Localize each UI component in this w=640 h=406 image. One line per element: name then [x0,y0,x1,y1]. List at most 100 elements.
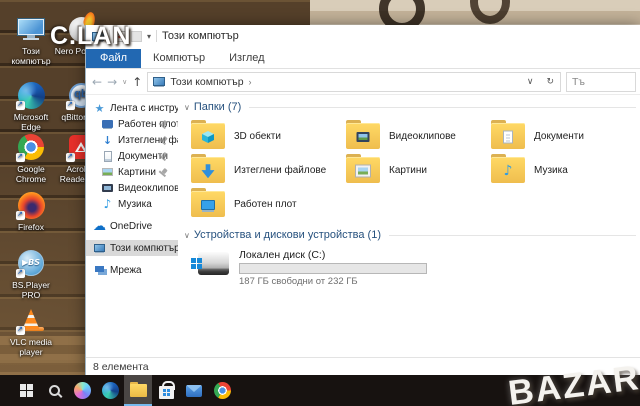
qat-dropdown-caret-icon[interactable]: ▾ [147,32,151,41]
pictures-icon [102,168,113,176]
address-input[interactable]: Този компютър › ∨ ↻ [147,71,561,92]
drive-name: Локален диск (C:) [239,249,326,261]
file-explorer-icon [129,382,147,397]
sidebar-item-music[interactable]: Музика [86,196,178,212]
folder-3d-objects-icon [191,120,225,149]
edge-icon [101,382,119,399]
computer-icon [94,244,105,252]
address-dropdown-caret-icon[interactable]: ∨ [523,77,538,87]
folder-tile-desktop[interactable]: Работен плот [191,187,346,221]
sidebar-item-network[interactable]: Мрежа [86,262,178,278]
tab-file[interactable]: Файл [86,49,142,68]
refresh-icon[interactable]: ↻ [542,77,558,87]
folder-label: Документи [534,130,584,142]
search-text: Тъ [572,75,585,88]
desktop-icon-label: Този компютър [11,46,51,67]
sidebar-item-label: Лента с инструменти [110,102,178,114]
drive-tile-c[interactable]: Локален диск (C:) 187 ГБ свободни от 232… [184,249,640,287]
shortcut-arrow-icon [66,152,75,162]
desktop-icon-label: Firefox [18,222,44,232]
shortcut-arrow-icon [16,210,25,220]
drive-info: Локален диск (C:) 187 ГБ свободни от 232… [239,249,427,287]
sidebar-item-documents[interactable]: Документи [86,148,178,164]
chevron-down-icon[interactable]: ∨ [184,231,190,240]
search-icon [48,385,60,396]
hard-drive-icon [191,249,231,279]
sidebar-item-videos[interactable]: Видеоклипове [86,180,178,196]
desktop-icon-vlc[interactable]: VLC media player [4,305,58,357]
desktop-icon-bsplayer[interactable]: BS.Player PRO [4,248,58,300]
group-header-label: Устройства и дискови устройства (1) [193,229,381,241]
folder-label: Изтеглени файлове [234,164,327,176]
forward-button[interactable]: → [107,75,117,89]
file-explorer-button[interactable] [124,375,152,406]
folder-tile-videos[interactable]: Видеоклипове [346,119,491,153]
desktop-icon-label: Microsoft Edge [13,112,49,133]
network-icon [95,265,104,272]
navigation-pane: Лента с инструменти Работен плот Изтегле… [86,95,178,357]
monitor-icon [201,200,215,211]
divider [156,30,158,42]
shortcut-arrow-icon [16,268,25,278]
devices-group: ∨ Устройства и дискови устройства (1) Ло… [184,227,640,287]
tab-computer[interactable]: Компютър [141,49,217,68]
drive-free-text: 187 ГБ свободни от 232 ГБ [239,276,358,287]
group-header-folders[interactable]: ∨ Папки (7) [184,99,640,115]
desktop-icon-label: VLC media player [9,337,53,358]
video-frame-icon [356,132,370,143]
store-button[interactable] [152,375,180,406]
edge-icon [16,80,46,110]
back-button[interactable]: ← [92,75,102,89]
edge-button[interactable] [96,375,124,406]
sidebar-item-pictures[interactable]: Картини [86,164,178,180]
folder-tile-downloads[interactable]: Изтеглени файлове [191,153,346,187]
tab-view[interactable]: Изглед [217,49,276,68]
computer-icon [153,77,166,86]
window-title: Този компютър [162,30,239,42]
sidebar-item-quick-access[interactable]: Лента с инструменти [86,100,178,116]
folder-label: Музика [534,164,568,176]
copilot-button[interactable] [68,375,96,406]
desktop-icon-label: BS.Player PRO [12,280,50,301]
folder-label: Картини [389,164,428,176]
sidebar-item-downloads[interactable]: Изтеглени файлове [86,132,178,148]
folder-tile-music[interactable]: Музика [491,153,640,187]
mail-button[interactable] [180,375,208,406]
address-bar: ← → ∨ ↑ Този компютър › ∨ ↻ Тъ [86,69,640,95]
sidebar-item-onedrive[interactable]: OneDrive [86,218,178,234]
breadcrumb-caret-icon[interactable]: › [249,77,252,87]
start-button[interactable] [12,375,40,406]
desktop-icon-firefox[interactable]: Firefox [4,190,58,232]
desktop-icon-chrome[interactable]: Google Chrome [4,132,58,184]
up-button[interactable]: ↑ [132,75,142,89]
sidebar-item-label: Видеоклипове [118,182,178,194]
sidebar-item-this-pc[interactable]: Този компютър [86,240,178,256]
pin-icon [156,166,170,180]
group-header-devices[interactable]: ∨ Устройства и дискови устройства (1) [184,227,640,243]
search-button[interactable] [40,375,68,406]
folder-tile-documents[interactable]: Документи [491,119,640,153]
search-input[interactable]: Тъ [566,71,636,92]
folder-tile-pictures[interactable]: Картини [346,153,491,187]
sidebar-item-label: OneDrive [110,220,153,232]
onedrive-cloud-icon [93,220,106,233]
chrome-icon [213,382,231,399]
titlebar[interactable]: ✔ ▾ Този компютър [86,25,640,47]
desktop-icon [102,120,113,128]
sidebar-item-label: Този компютър [110,242,178,254]
this-pc-icon [16,14,46,44]
document-sheet-icon [503,130,513,144]
disabled-icon[interactable] [131,30,142,42]
folder-desktop-icon [191,188,225,217]
chevron-down-icon[interactable]: ∨ [184,103,190,112]
breadcrumb-segment[interactable]: Този компютър [170,76,243,88]
folder-music-icon [491,154,525,183]
chrome-button[interactable] [208,375,236,406]
store-icon [158,381,175,399]
desktop-icon-edge[interactable]: Microsoft Edge [4,80,58,132]
folder-tile-3d-objects[interactable]: 3D обекти [191,119,346,153]
explorer-content: Лента с инструменти Работен плот Изтегле… [86,95,640,357]
sidebar-item-desktop[interactable]: Работен плот [86,116,178,132]
recent-locations-caret-icon[interactable]: ∨ [122,78,127,86]
firefox-icon [16,190,46,220]
